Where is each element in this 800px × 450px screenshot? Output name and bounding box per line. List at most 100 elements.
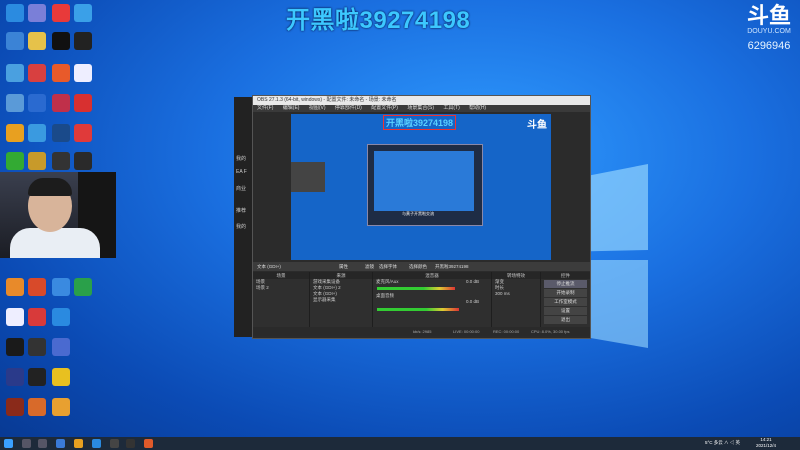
desktop-icon[interactable] bbox=[28, 94, 46, 112]
desktop-icon[interactable] bbox=[74, 64, 92, 82]
taskbar-app-icon[interactable] bbox=[56, 439, 65, 448]
desktop-icon[interactable] bbox=[52, 32, 70, 50]
search-icon[interactable] bbox=[22, 439, 31, 448]
desktop-icon[interactable] bbox=[28, 398, 46, 416]
menu-file[interactable]: 文件(F) bbox=[257, 105, 273, 111]
desktop-icon[interactable] bbox=[6, 32, 24, 50]
desktop-icon[interactable] bbox=[6, 338, 24, 356]
menu-edit[interactable]: 编辑(E) bbox=[283, 105, 300, 111]
taskbar-app-icon[interactable] bbox=[74, 439, 83, 448]
transition-duration[interactable]: 300 ms bbox=[492, 291, 540, 297]
desktop-icon[interactable] bbox=[52, 308, 70, 326]
studio-mode-button[interactable]: 工作室模式 bbox=[544, 298, 587, 306]
desktop-icon[interactable] bbox=[74, 124, 92, 142]
taskbar-app-icon[interactable] bbox=[144, 439, 153, 448]
desktop-icon[interactable] bbox=[28, 4, 46, 22]
desktop-icon[interactable] bbox=[28, 368, 46, 386]
stop-streaming-button[interactable]: 停止推流 bbox=[544, 280, 587, 288]
cpu-fps: CPU: 8.0%, 30.00 fps bbox=[531, 329, 570, 334]
menu-docks[interactable]: 停靠部件(D) bbox=[335, 105, 362, 111]
mixer-level: 0.0 dB bbox=[466, 279, 480, 284]
desktop-icon[interactable] bbox=[28, 338, 46, 356]
source-item[interactable]: 显示器采集 bbox=[310, 297, 372, 303]
desktop-icon[interactable] bbox=[28, 64, 46, 82]
desktop-icon[interactable] bbox=[74, 94, 92, 112]
menu-view[interactable]: 视图(V) bbox=[309, 105, 326, 111]
obs-titlebar: OBS 27.1.3 (64-bit, windows) - 配置文件: 未命名… bbox=[253, 96, 590, 105]
desktop-icon[interactable] bbox=[52, 152, 70, 170]
webcam-overlay bbox=[0, 172, 116, 258]
filters-button[interactable]: 滤镜 bbox=[365, 262, 374, 271]
taskbar-app-icon[interactable] bbox=[126, 439, 135, 448]
scene-item[interactable]: 场景 2 bbox=[253, 285, 309, 291]
desktop-icon[interactable] bbox=[52, 4, 70, 22]
clock[interactable]: 14:21 2021/12/4 bbox=[756, 437, 776, 449]
obs-statusbar: LIVE: 00:00:00 REC: 00:00:00 CPU: 8.0%, … bbox=[253, 327, 590, 336]
system-tray[interactable]: 5°C 多云 ∧ ◁ 英 bbox=[705, 440, 740, 446]
text-content-label: 开黑啦39274198 bbox=[435, 264, 469, 269]
desktop-icon[interactable] bbox=[6, 4, 24, 22]
desktop-icon[interactable] bbox=[28, 32, 46, 50]
douyu-site: DOUYU.COM bbox=[747, 28, 791, 35]
start-recording-button[interactable]: 开始录制 bbox=[544, 289, 587, 297]
menu-scene-collection[interactable]: 场景集合(S) bbox=[407, 105, 434, 111]
preview-douyu-logo: 斗鱼 bbox=[527, 120, 547, 131]
bitrate: kb/s: 2985 bbox=[413, 329, 432, 334]
desktop-icon[interactable] bbox=[52, 338, 70, 356]
live-timer: LIVE: 00:00:00 bbox=[453, 329, 480, 334]
desktop-icon[interactable] bbox=[74, 278, 92, 296]
start-icon[interactable] bbox=[4, 439, 13, 448]
nested-caption: 与黄子开黑啦交流 bbox=[402, 211, 434, 216]
desktop-icon[interactable] bbox=[52, 398, 70, 416]
preview-nested-capture: 与黄子开黑啦交流 bbox=[367, 144, 483, 226]
desktop-icon[interactable] bbox=[28, 308, 46, 326]
desktop-icon[interactable] bbox=[28, 278, 46, 296]
clock-date: 2021/12/4 bbox=[755, 443, 776, 448]
obs-preview[interactable]: 开黑啦39274198 斗鱼 与黄子开黑啦交流 bbox=[291, 114, 551, 260]
desktop-icon[interactable] bbox=[28, 124, 46, 142]
douyu-logo: 斗鱼 bbox=[746, 3, 791, 28]
desktop-icon[interactable] bbox=[6, 278, 24, 296]
menu-tools[interactable]: 工具(T) bbox=[443, 105, 459, 111]
desktop-icon[interactable] bbox=[74, 32, 92, 50]
rec-timer: REC: 00:00:00 bbox=[493, 329, 520, 334]
desktop-icon[interactable] bbox=[6, 124, 24, 142]
properties-button[interactable]: 属性 bbox=[339, 262, 348, 271]
select-font-button[interactable]: 选择字体 bbox=[379, 262, 397, 271]
desktop-icon[interactable] bbox=[6, 152, 24, 170]
exit-button[interactable]: 退出 bbox=[544, 316, 587, 324]
taskbar-app-icon[interactable] bbox=[92, 439, 101, 448]
mixer-meter bbox=[377, 287, 455, 290]
desktop-icon[interactable] bbox=[52, 278, 70, 296]
controls-header: 控件 bbox=[541, 272, 590, 279]
desktop-icon[interactable] bbox=[6, 64, 24, 82]
desktop-icon[interactable] bbox=[52, 124, 70, 142]
desktop-icon[interactable] bbox=[52, 64, 70, 82]
streamer-shirt bbox=[10, 228, 100, 258]
taskbar-app-icon[interactable] bbox=[110, 439, 119, 448]
stream-overlay-title: 开黑啦39274198 bbox=[286, 7, 471, 34]
desktop-icon[interactable] bbox=[6, 94, 24, 112]
douyu-watermark: 斗鱼 DOUYU.COM 6296946 bbox=[742, 3, 796, 53]
menu-profile[interactable]: 配置文件(P) bbox=[371, 105, 398, 111]
desktop-icon[interactable] bbox=[6, 308, 24, 326]
task-view-icon[interactable] bbox=[38, 439, 47, 448]
streamer-hair bbox=[28, 178, 72, 196]
select-color-button[interactable]: 选择颜色 bbox=[409, 262, 427, 271]
selected-source-label: 文本 (GDI+) bbox=[257, 264, 281, 269]
mixer-header: 混音器 bbox=[373, 272, 491, 279]
scenes-header: 场景 bbox=[253, 272, 309, 279]
desktop-icon[interactable] bbox=[52, 94, 70, 112]
preview-text-source: 开黑啦39274198 bbox=[383, 115, 457, 130]
menu-help[interactable]: 帮助(H) bbox=[469, 105, 486, 111]
desktop-icon[interactable] bbox=[28, 152, 46, 170]
room-id: 6296946 bbox=[747, 40, 791, 52]
desktop-icon[interactable] bbox=[74, 152, 92, 170]
settings-button[interactable]: 设置 bbox=[544, 307, 587, 315]
desktop-icon[interactable] bbox=[52, 368, 70, 386]
desktop-icon[interactable] bbox=[6, 398, 24, 416]
mixer-level: 0.0 dB bbox=[466, 299, 480, 304]
taskbar: 5°C 多云 ∧ ◁ 英 14:21 2021/12/4 bbox=[0, 437, 800, 450]
desktop-icon[interactable] bbox=[74, 4, 92, 22]
desktop-icon[interactable] bbox=[6, 368, 24, 386]
